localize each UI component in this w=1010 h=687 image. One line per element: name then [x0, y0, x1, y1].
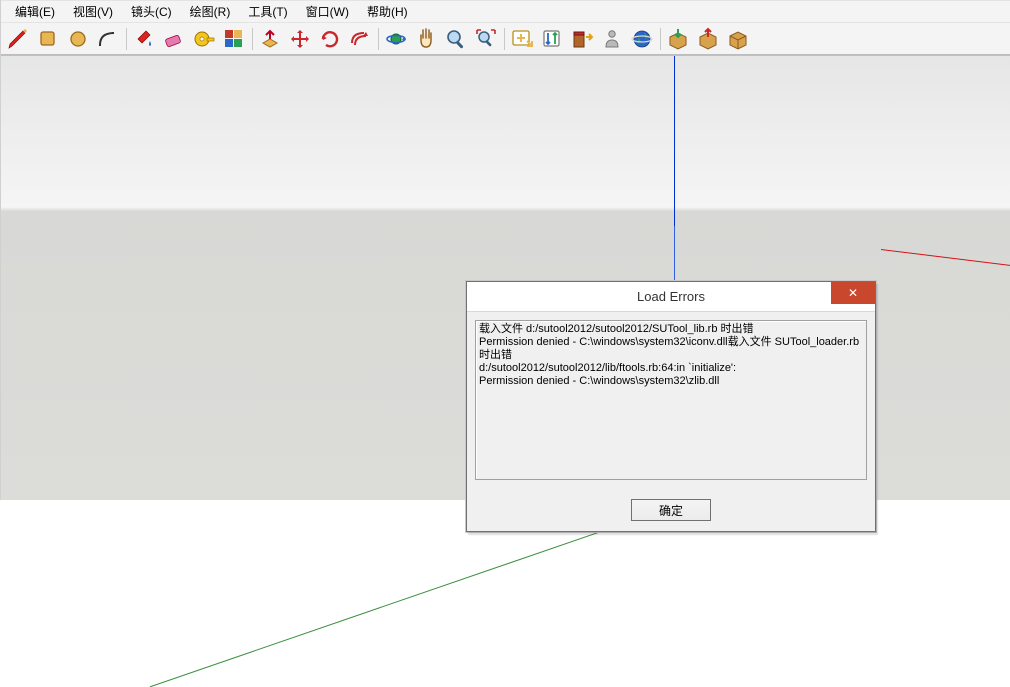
menu-item[interactable]: 镜头(C)	[123, 1, 180, 22]
zoom-button[interactable]	[441, 24, 471, 54]
tape-icon	[192, 27, 216, 51]
pan-icon	[414, 27, 438, 51]
eraser-icon	[162, 27, 186, 51]
menu-item[interactable]: 绘图(R)	[182, 1, 239, 22]
close-icon: ✕	[848, 286, 858, 300]
close-button[interactable]: ✕	[831, 282, 875, 304]
move-button[interactable]	[285, 24, 315, 54]
share-button[interactable]	[537, 24, 567, 54]
menu-item[interactable]: 编辑(E)	[7, 1, 63, 22]
open-component-icon	[510, 27, 534, 51]
axis-blue-lower	[674, 226, 675, 284]
pencil-button[interactable]	[3, 24, 33, 54]
circle-button[interactable]	[63, 24, 93, 54]
bucket-icon	[132, 27, 156, 51]
menu-item[interactable]: 窗口(W)	[298, 1, 357, 22]
package-in-icon	[666, 27, 690, 51]
rotate-button[interactable]	[315, 24, 345, 54]
zoom-extents-button[interactable]	[471, 24, 501, 54]
extensions-icon	[570, 27, 594, 51]
package-out-button[interactable]	[693, 24, 723, 54]
menu-bar: 编辑(E)视图(V)镜头(C)绘图(R)工具(T)窗口(W)帮助(H)	[1, 0, 1010, 22]
orbit-button[interactable]	[381, 24, 411, 54]
arc-button[interactable]	[93, 24, 123, 54]
pan-button[interactable]	[411, 24, 441, 54]
person-icon	[600, 27, 624, 51]
eraser-button[interactable]	[159, 24, 189, 54]
package-out-icon	[696, 27, 720, 51]
rectangle-button[interactable]	[33, 24, 63, 54]
dialog-body	[467, 312, 875, 493]
zoom-icon	[444, 27, 468, 51]
textures-button[interactable]	[219, 24, 249, 54]
box-button[interactable]	[723, 24, 753, 54]
textures-icon	[222, 27, 246, 51]
dialog-title: Load Errors	[637, 289, 705, 304]
extensions-button[interactable]	[567, 24, 597, 54]
dialog-button-row: 确定	[467, 493, 875, 531]
error-textarea[interactable]	[475, 320, 867, 480]
offset-icon	[348, 27, 372, 51]
load-errors-dialog: Load Errors ✕ 确定	[466, 281, 876, 532]
tape-button[interactable]	[189, 24, 219, 54]
earth-icon	[630, 27, 654, 51]
main-toolbar	[1, 22, 1010, 56]
dialog-titlebar[interactable]: Load Errors ✕	[467, 282, 875, 312]
zoom-extents-icon	[474, 27, 498, 51]
person-button[interactable]	[597, 24, 627, 54]
pushpull-icon	[258, 27, 282, 51]
model-viewport[interactable]: Load Errors ✕ 确定	[1, 56, 1010, 500]
share-icon	[540, 27, 564, 51]
box-icon	[726, 27, 750, 51]
menu-item[interactable]: 视图(V)	[65, 1, 121, 22]
orbit-icon	[384, 27, 408, 51]
axis-blue-upper	[674, 56, 675, 226]
earth-button[interactable]	[627, 24, 657, 54]
pencil-icon	[6, 27, 30, 51]
menu-item[interactable]: 工具(T)	[240, 1, 295, 22]
bucket-button[interactable]	[129, 24, 159, 54]
circle-icon	[66, 27, 90, 51]
open-component-button[interactable]	[507, 24, 537, 54]
offset-button[interactable]	[345, 24, 375, 54]
package-in-button[interactable]	[663, 24, 693, 54]
move-icon	[288, 27, 312, 51]
rectangle-icon	[36, 27, 60, 51]
menu-item[interactable]: 帮助(H)	[359, 1, 416, 22]
ok-button[interactable]: 确定	[631, 499, 711, 521]
arc-icon	[96, 27, 120, 51]
pushpull-button[interactable]	[255, 24, 285, 54]
rotate-icon	[318, 27, 342, 51]
